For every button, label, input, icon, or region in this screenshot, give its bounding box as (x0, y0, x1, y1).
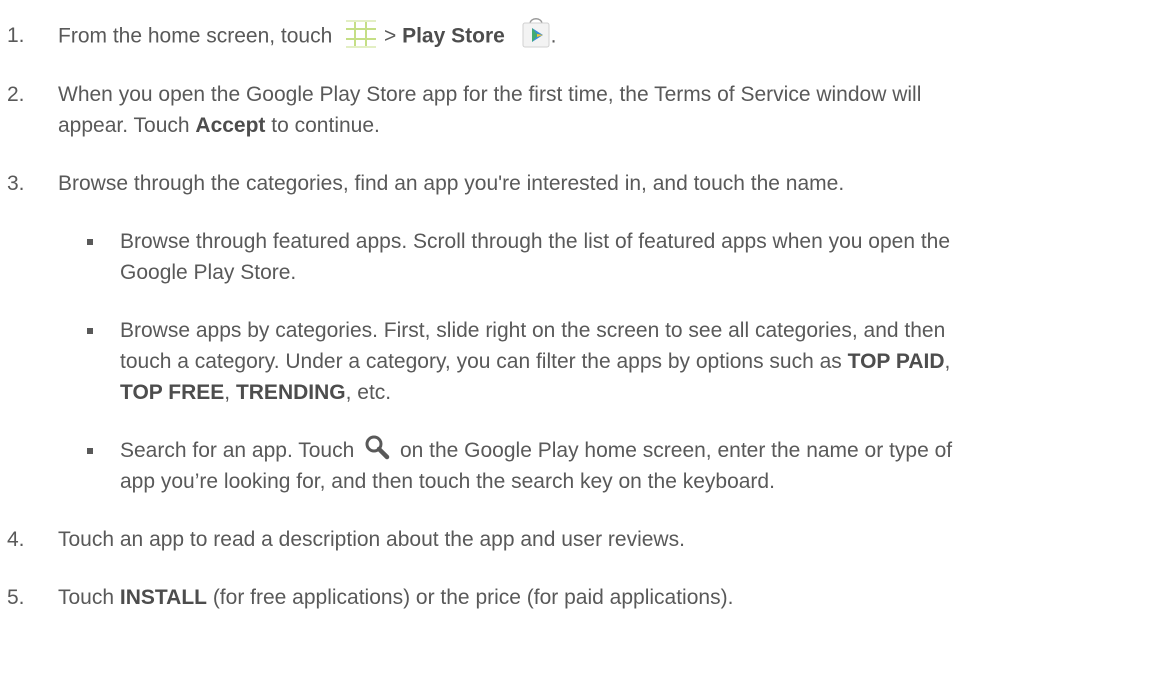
apps-grid-icon (344, 20, 378, 48)
step-number: 1. (7, 24, 25, 47)
bullet-text: Browse apps by categories. First, slide … (120, 315, 1165, 408)
bullet-marker (87, 448, 93, 454)
trending-label: TRENDING (235, 381, 346, 404)
step-number: 2. (7, 83, 25, 106)
step-text-prefix: From the home screen, touch (58, 24, 333, 48)
comma: , (224, 381, 236, 404)
step-text-line: appear. Touch Accept to continue. (58, 110, 1165, 141)
install-label: INSTALL (119, 586, 207, 609)
step-number: 5. (7, 586, 25, 609)
bullet-text: Search for an app. Touch on the Google P… (120, 435, 1165, 497)
play-store-icon (521, 14, 551, 48)
comma: , (944, 350, 951, 373)
step-text: Touch INSTALL (for free applications) or… (58, 582, 1165, 613)
top-paid-label: TOP PAID (847, 350, 945, 373)
step-text: When you open the Google Play Store app … (58, 79, 1165, 141)
bullet-text-prefix: touch a category. Under a category, you … (120, 350, 848, 373)
bullet-text-suffix: on the Google Play home screen, enter th… (394, 439, 953, 462)
bullet-text-line: app you’re looking for, and then touch t… (120, 470, 775, 493)
step-text: Touch an app to read a description about… (58, 528, 685, 551)
top-free-label: TOP FREE (120, 381, 225, 404)
step-number: 3. (7, 172, 25, 195)
step-text-suffix: . (550, 24, 557, 48)
bullet-text-line: Browse through featured apps. Scroll thr… (120, 230, 951, 253)
step-text: From the home screen, touch > Play Store (58, 18, 1165, 54)
bullet-text-line: touch a category. Under a category, you … (120, 346, 1165, 377)
step-text-separator: > (383, 24, 403, 48)
bullet-text: Browse through featured apps. Scroll thr… (120, 226, 1165, 288)
bullet-text-suffix: , etc. (345, 381, 392, 404)
bullet-text-line: Google Play Store. (120, 261, 297, 284)
play-store-label: Play Store (402, 24, 505, 48)
step-text-line: When you open the Google Play Store app … (58, 83, 922, 106)
step-number: 4. (7, 528, 25, 551)
bullet-text-line: TOP FREE, TRENDING, etc. (120, 377, 1165, 408)
step-text-suffix: to continue. (265, 114, 380, 137)
accept-label: Accept (195, 114, 266, 137)
step-text-prefix: appear. Touch (58, 114, 196, 137)
search-icon (364, 434, 390, 460)
bullet-text-line: Search for an app. Touch on the Google P… (120, 435, 1165, 466)
instruction-document: 1. From the home screen, touch > Play St… (0, 0, 1169, 677)
bullet-text-line: Browse apps by categories. First, slide … (120, 319, 946, 342)
bullet-marker (87, 328, 93, 334)
step-text-prefix: Touch (58, 586, 120, 609)
bullet-text-prefix: Search for an app. Touch (120, 439, 361, 462)
step-text: Browse through the categories, find an a… (58, 172, 845, 195)
step-text-suffix: (for free applications) or the price (fo… (206, 586, 734, 609)
bullet-marker (87, 239, 93, 245)
